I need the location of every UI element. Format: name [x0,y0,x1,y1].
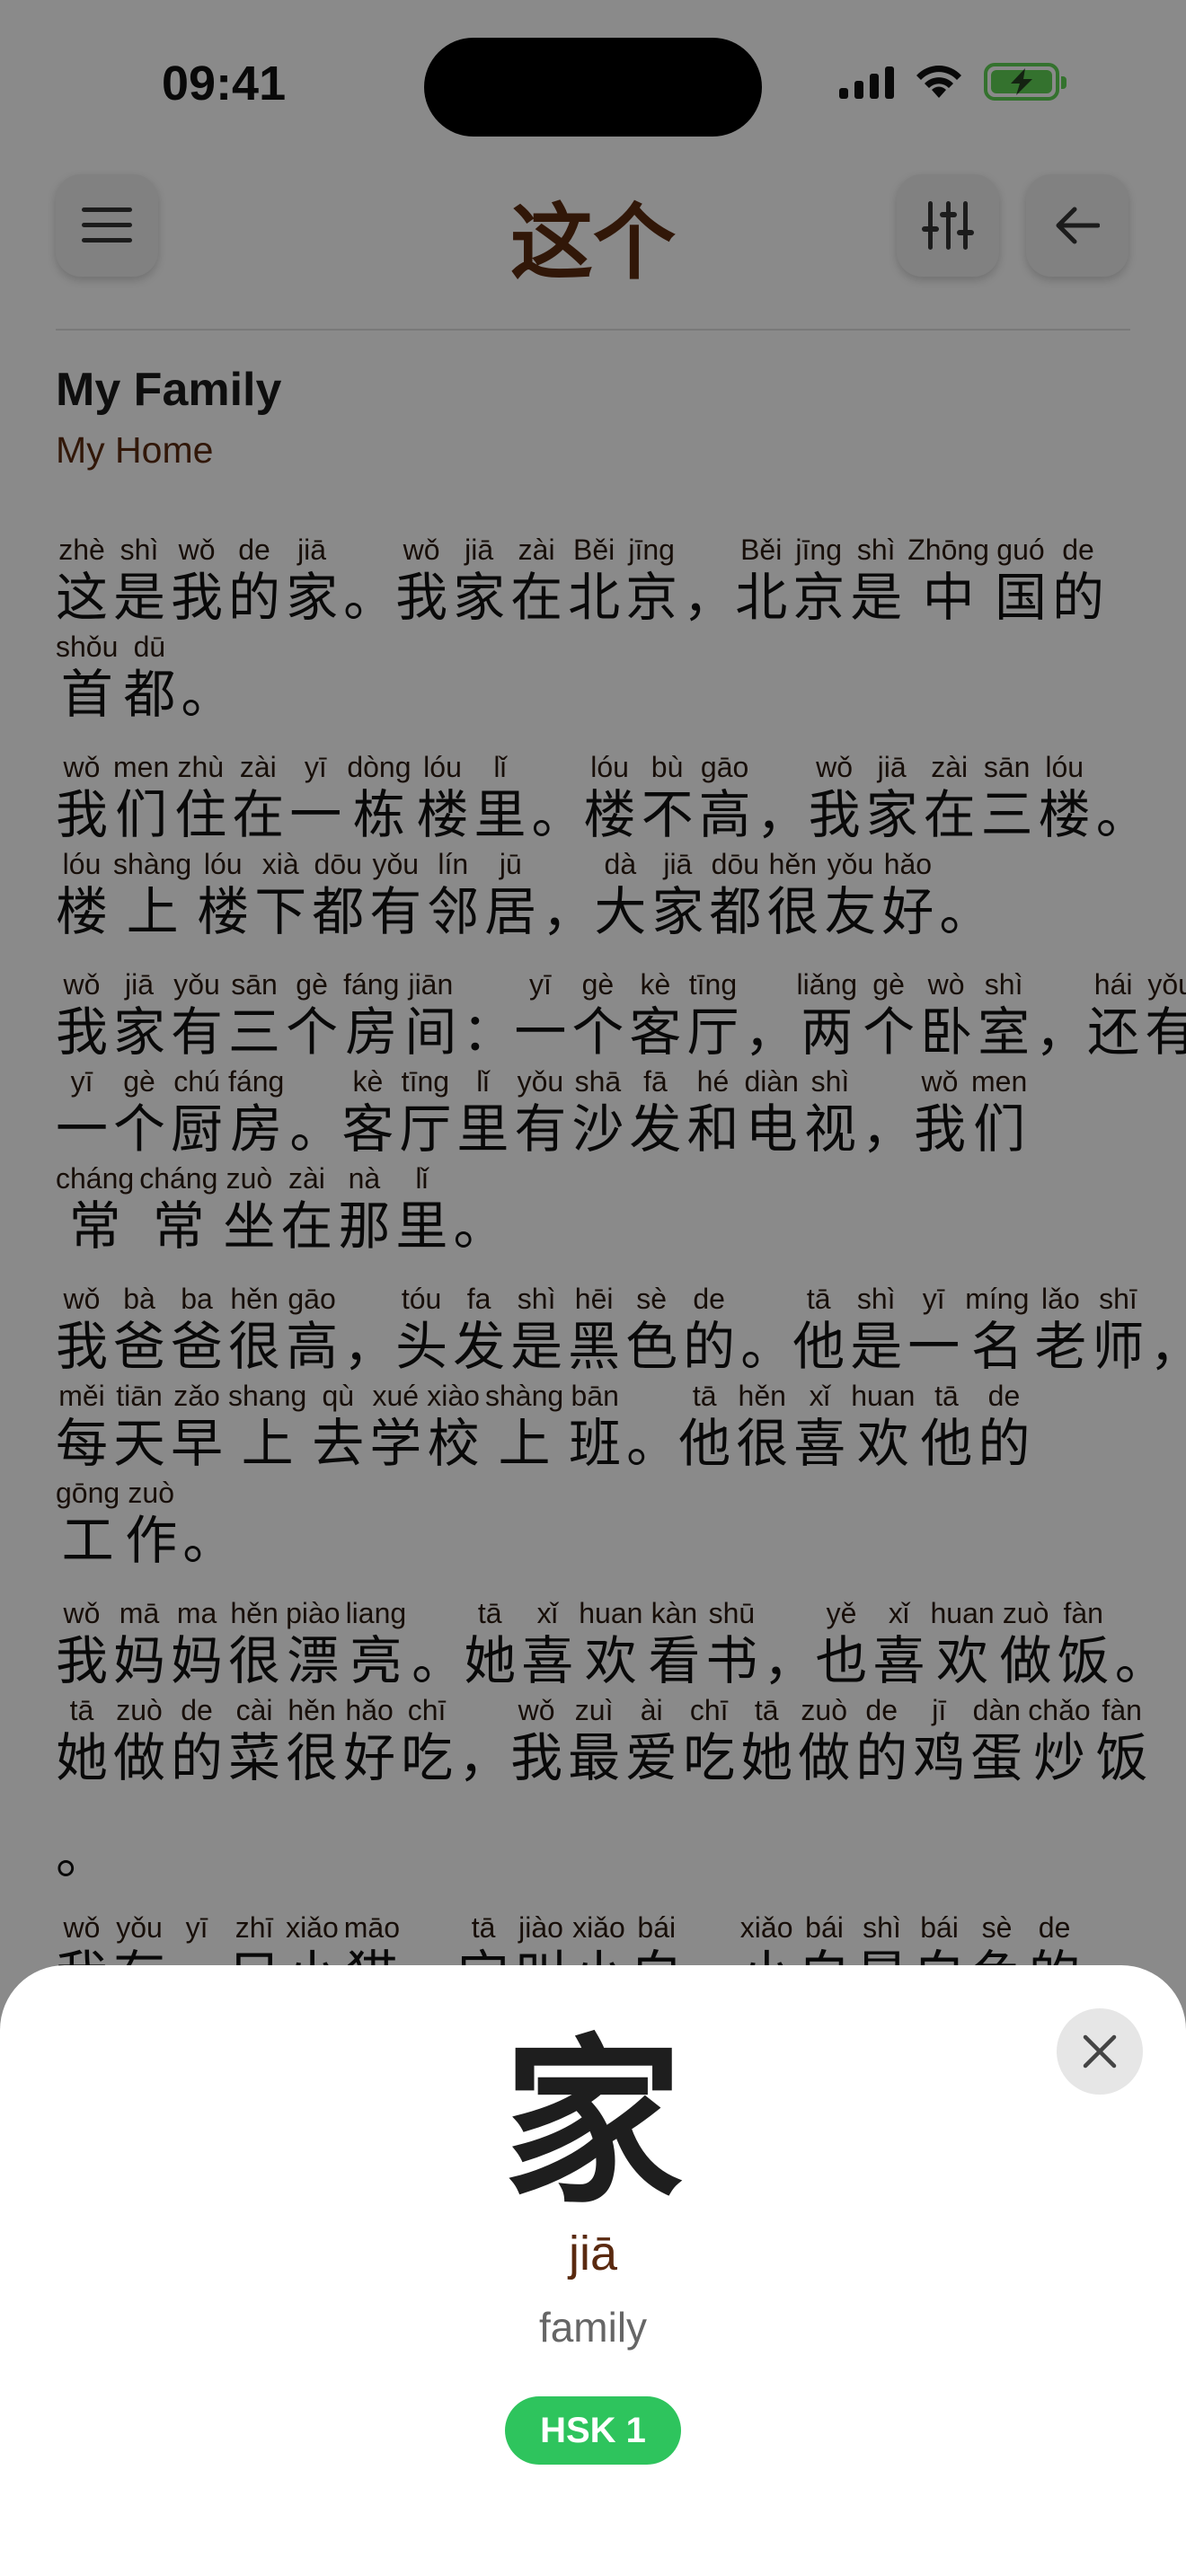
hsk-level-badge: HSK 1 [505,2396,681,2465]
word-meaning: family [538,2304,648,2351]
word-detail-sheet: 家 jiā family HSK 1 [0,1965,1186,2576]
word-character: 家 [502,2019,683,2228]
word-pinyin: jiā [568,2227,618,2280]
